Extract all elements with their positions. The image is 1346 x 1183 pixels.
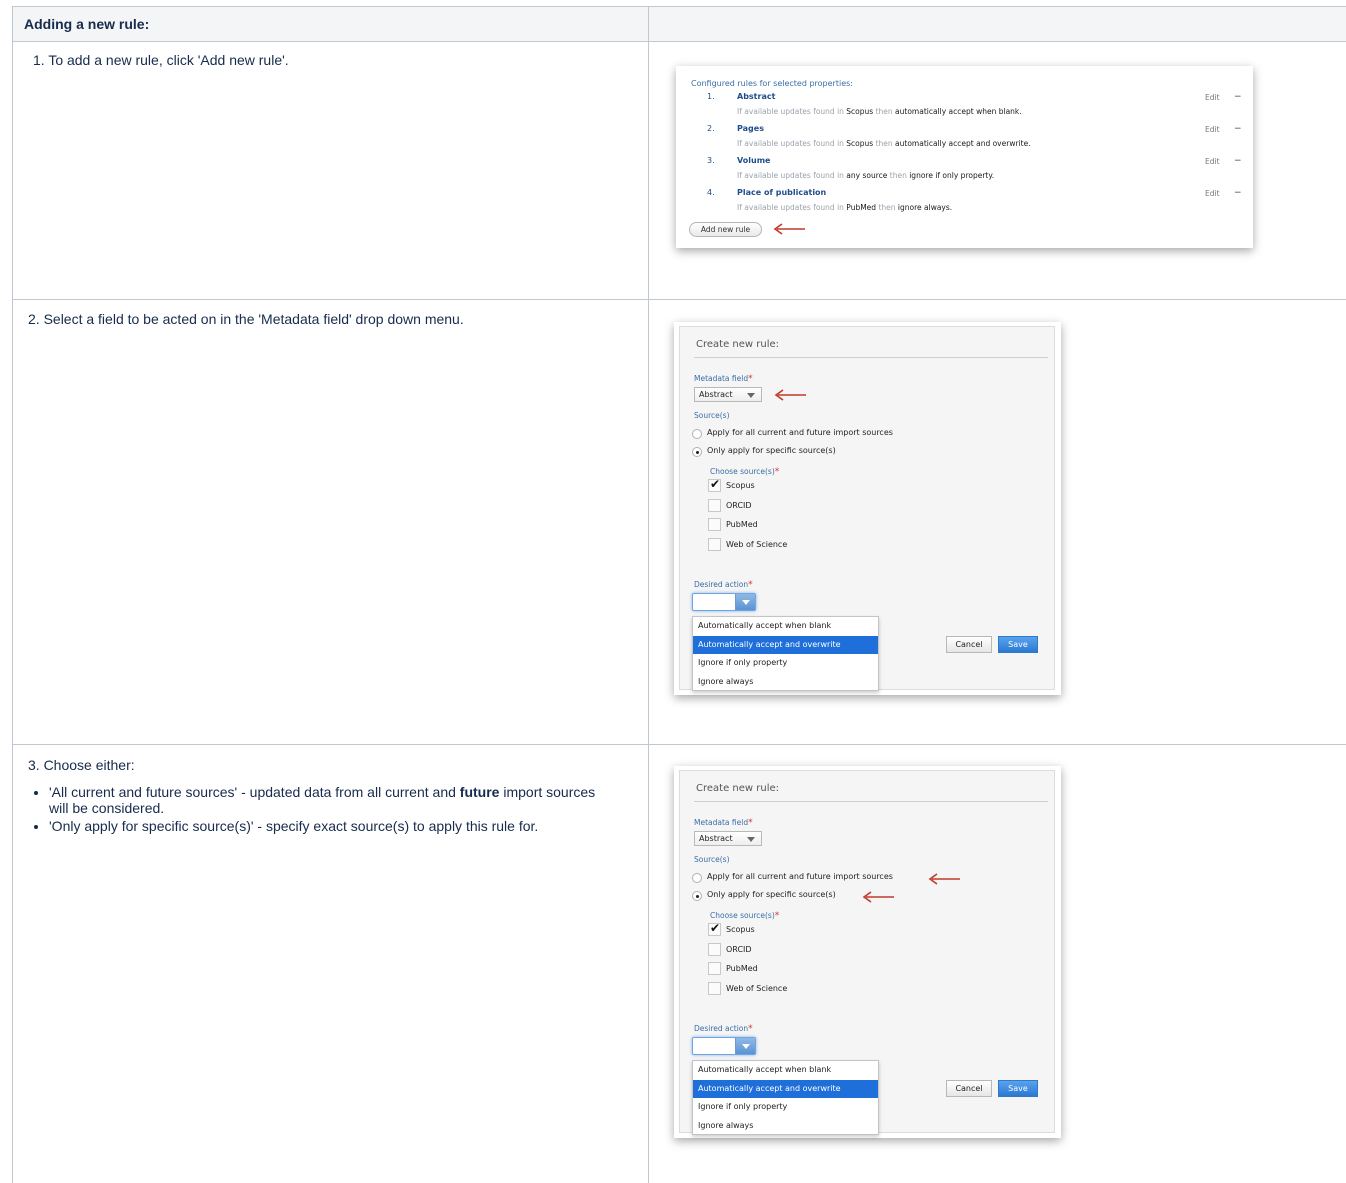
step-3-intro: 3. Choose either: bbox=[28, 757, 135, 773]
metadata-field-select[interactable]: Abstract bbox=[694, 831, 762, 846]
rule-number: 4. bbox=[707, 188, 715, 197]
chevron-down-icon bbox=[747, 393, 755, 398]
dialog-panel: Create new rule: Metadata field* Abstrac… bbox=[679, 326, 1055, 691]
rules-screenshot: Configured rules for selected properties… bbox=[676, 66, 1253, 248]
action-option[interactable]: Automatically accept when blank bbox=[693, 1061, 878, 1079]
rule-description: If available updates found in any source… bbox=[737, 171, 995, 180]
metadata-field-label: Metadata field* bbox=[694, 374, 753, 384]
source-checkbox[interactable]: ✔ bbox=[708, 921, 721, 936]
sources-label: Source(s) bbox=[694, 411, 730, 420]
rule-description: If available updates found in Scopus the… bbox=[737, 139, 1031, 148]
action-option[interactable]: Automatically accept and overwrite bbox=[693, 1079, 878, 1098]
radio-specific-sources-label: Only apply for specific source(s) bbox=[707, 446, 836, 455]
source-checkbox-label: PubMed bbox=[726, 520, 758, 529]
save-button[interactable]: Save bbox=[998, 1080, 1038, 1097]
source-checkbox[interactable] bbox=[708, 537, 721, 551]
source-checkbox-label: Web of Science bbox=[726, 539, 788, 549]
step-3-options: 'All current and future sources' - updat… bbox=[24, 784, 609, 836]
rule-description: If available updates found in PubMed the… bbox=[737, 203, 953, 212]
action-option[interactable]: Automatically accept and overwrite bbox=[693, 635, 878, 654]
desired-action-select[interactable] bbox=[692, 593, 756, 611]
source-checkbox[interactable] bbox=[708, 962, 721, 975]
arrow-left-icon bbox=[862, 891, 894, 903]
checkmark-icon: ✔ bbox=[710, 921, 721, 935]
edit-rule-link[interactable]: Edit bbox=[1205, 93, 1220, 102]
section-title: Adding a new rule: bbox=[24, 16, 150, 32]
rule-number: 3. bbox=[707, 156, 715, 165]
remove-rule-icon[interactable]: − bbox=[1234, 188, 1242, 198]
dialog-title: Create new rule: bbox=[696, 783, 780, 794]
choose-sources-label: Choose source(s)* bbox=[710, 467, 780, 477]
add-new-rule-button[interactable]: Add new rule bbox=[689, 222, 762, 237]
edit-rule-link[interactable]: Edit bbox=[1205, 189, 1220, 198]
checkmark-icon: ✔ bbox=[710, 477, 721, 491]
choose-sources-label: Choose source(s)* bbox=[710, 911, 780, 921]
chevron-down-icon bbox=[747, 837, 755, 842]
radio-all-sources-label: Apply for all current and future import … bbox=[707, 428, 893, 437]
remove-rule-icon[interactable]: − bbox=[1234, 124, 1242, 134]
arrow-left-icon bbox=[774, 389, 806, 401]
sources-label: Source(s) bbox=[694, 855, 730, 864]
remove-rule-icon[interactable]: − bbox=[1234, 156, 1242, 166]
rule-description: If available updates found in Scopus the… bbox=[737, 107, 1022, 116]
metadata-field-label: Metadata field* bbox=[694, 818, 753, 828]
desired-action-dropdown: Automatically accept when blank Automatic… bbox=[692, 616, 879, 691]
rules-heading: Configured rules for selected properties… bbox=[691, 79, 853, 88]
chevron-down-icon[interactable] bbox=[735, 1038, 755, 1054]
action-option[interactable]: Ignore always bbox=[693, 673, 878, 691]
create-rule-screenshot-step3: Create new rule: Metadata field* Abstrac… bbox=[674, 766, 1061, 1138]
desired-action-label: Desired action* bbox=[694, 580, 753, 590]
arrow-left-icon bbox=[928, 873, 960, 885]
source-checkbox-label: PubMed bbox=[726, 964, 758, 973]
chevron-down-icon[interactable] bbox=[735, 594, 755, 610]
step-3-option-specific: 'Only apply for specific source(s)' - sp… bbox=[49, 818, 609, 834]
dialog-panel: Create new rule: Metadata field* Abstrac… bbox=[679, 770, 1055, 1135]
desired-action-label: Desired action* bbox=[694, 1024, 753, 1034]
desired-action-select[interactable] bbox=[692, 1037, 756, 1055]
source-checkbox[interactable]: ✔ bbox=[708, 477, 721, 492]
rule-number: 1. bbox=[707, 92, 715, 101]
arrow-left-icon bbox=[773, 223, 805, 235]
title-divider bbox=[694, 357, 1048, 358]
edit-rule-link[interactable]: Edit bbox=[1205, 125, 1220, 134]
cancel-button[interactable]: Cancel bbox=[946, 636, 992, 653]
source-checkbox-label: Scopus bbox=[726, 925, 755, 934]
source-checkbox[interactable] bbox=[708, 981, 721, 995]
rule-name-link[interactable]: Abstract bbox=[737, 92, 775, 101]
cancel-button[interactable]: Cancel bbox=[946, 1080, 992, 1097]
action-option[interactable]: Ignore if only property bbox=[693, 654, 878, 672]
rule-number: 2. bbox=[707, 124, 715, 133]
action-option[interactable]: Ignore always bbox=[693, 1117, 878, 1135]
source-checkbox[interactable] bbox=[708, 498, 721, 512]
step-1-text: 1. To add a new rule, click 'Add new rul… bbox=[33, 52, 289, 68]
radio-specific-sources[interactable] bbox=[692, 447, 702, 457]
radio-all-sources[interactable] bbox=[692, 429, 702, 439]
rule-name-link[interactable]: Pages bbox=[737, 124, 764, 133]
remove-rule-icon[interactable]: − bbox=[1234, 92, 1242, 102]
rule-name-link[interactable]: Place of publication bbox=[737, 188, 826, 197]
radio-all-sources[interactable] bbox=[692, 873, 702, 883]
source-checkbox-label: ORCID bbox=[726, 944, 752, 954]
source-checkbox-label: ORCID bbox=[726, 500, 752, 510]
step-3-option-all: 'All current and future sources' - updat… bbox=[49, 784, 609, 816]
desired-action-dropdown: Automatically accept when blank Automatic… bbox=[692, 1060, 879, 1135]
source-checkbox-label: Web of Science bbox=[726, 983, 788, 993]
create-rule-screenshot-step2: Create new rule: Metadata field* Abstrac… bbox=[674, 322, 1061, 695]
dialog-title: Create new rule: bbox=[696, 339, 780, 350]
radio-specific-sources-label: Only apply for specific source(s) bbox=[707, 890, 836, 899]
save-button[interactable]: Save bbox=[998, 636, 1038, 653]
table-header-row bbox=[13, 7, 1346, 41]
metadata-field-select[interactable]: Abstract bbox=[694, 387, 762, 402]
source-checkbox[interactable] bbox=[708, 942, 721, 956]
rule-name-link[interactable]: Volume bbox=[737, 156, 770, 165]
action-option[interactable]: Ignore if only property bbox=[693, 1098, 878, 1116]
step-2-text: 2. Select a field to be acted on in the … bbox=[28, 311, 464, 327]
edit-rule-link[interactable]: Edit bbox=[1205, 157, 1220, 166]
source-checkbox[interactable] bbox=[708, 518, 721, 531]
radio-specific-sources[interactable] bbox=[692, 891, 702, 901]
title-divider bbox=[694, 801, 1048, 802]
action-option[interactable]: Automatically accept when blank bbox=[693, 617, 878, 635]
source-checkbox-label: Scopus bbox=[726, 481, 755, 490]
radio-all-sources-label: Apply for all current and future import … bbox=[707, 872, 893, 881]
